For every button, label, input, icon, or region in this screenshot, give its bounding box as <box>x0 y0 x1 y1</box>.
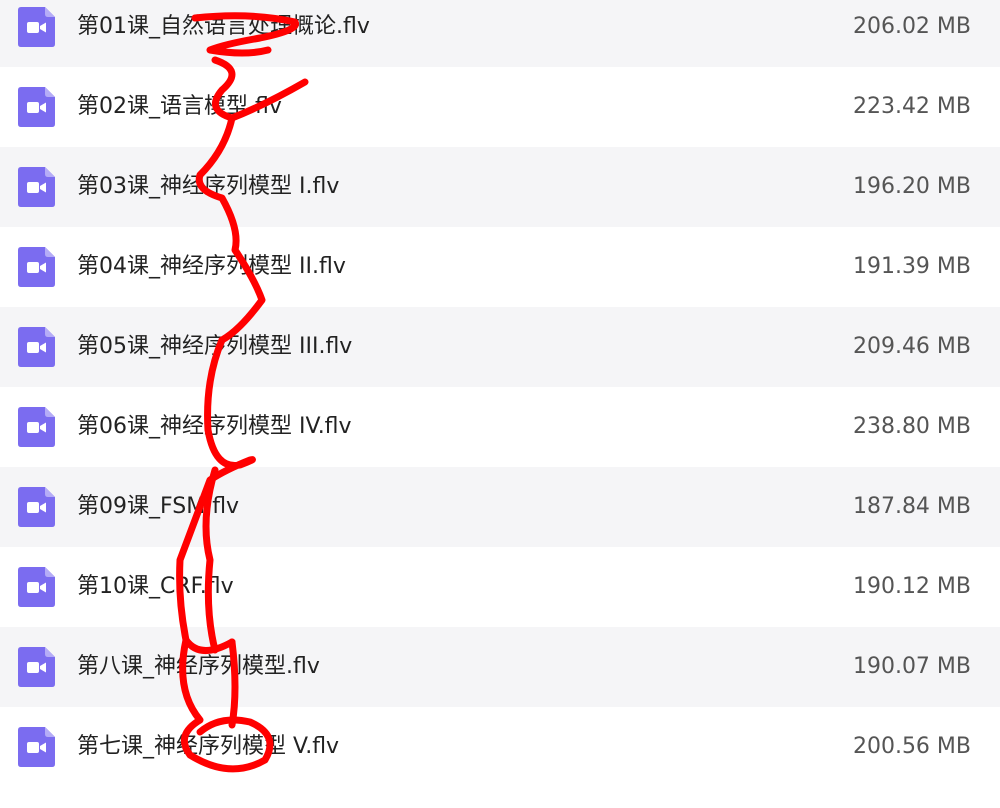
file-row[interactable]: 第01课_自然语言处理概论.flv 206.02 MB <box>0 0 1000 67</box>
video-file-icon <box>18 247 55 287</box>
file-row[interactable]: 第02课_语言模型.flv 223.42 MB <box>0 67 1000 147</box>
file-size: 191.39 MB <box>852 254 971 279</box>
file-row[interactable]: 第10课_CRF.flv 190.12 MB <box>0 547 1000 627</box>
file-row[interactable]: 第09课_FSM.flv 187.84 MB <box>0 467 1000 547</box>
file-browser: 第01课_自然语言处理概论.flv 206.02 MB 第02课_语言模型.fl… <box>0 0 1000 808</box>
file-size: 209.46 MB <box>852 334 971 359</box>
video-file-icon <box>18 647 55 687</box>
file-name: 第02课_语言模型.flv <box>77 94 282 119</box>
file-name: 第10课_CRF.flv <box>77 574 234 599</box>
video-file-icon <box>18 7 55 47</box>
file-size: 190.12 MB <box>852 574 971 599</box>
file-name: 第七课_神经序列模型 V.flv <box>77 734 340 759</box>
video-file-icon <box>18 727 55 767</box>
video-file-icon <box>18 487 55 527</box>
file-name: 第06课_神经序列模型 IV.flv <box>77 414 352 439</box>
video-file-icon <box>18 407 55 447</box>
file-size: 190.07 MB <box>852 654 971 679</box>
file-row[interactable]: 第七课_神经序列模型 V.flv 200.56 MB <box>0 707 1000 787</box>
file-row[interactable]: 第八课_神经序列模型.flv 190.07 MB <box>0 627 1000 707</box>
file-size: 206.02 MB <box>852 14 971 39</box>
file-name: 第04课_神经序列模型 II.flv <box>77 254 346 279</box>
file-size: 200.56 MB <box>852 734 971 759</box>
video-file-icon <box>18 167 55 207</box>
file-size: 196.20 MB <box>852 174 971 199</box>
file-name: 第09课_FSM.flv <box>77 494 240 519</box>
video-file-icon <box>18 567 55 607</box>
video-file-icon <box>18 87 55 127</box>
file-name: 第03课_神经序列模型 I.flv <box>77 174 340 199</box>
file-size: 223.42 MB <box>852 94 971 119</box>
file-size: 238.80 MB <box>852 414 971 439</box>
file-list: 第01课_自然语言处理概论.flv 206.02 MB 第02课_语言模型.fl… <box>0 0 1000 787</box>
file-row[interactable]: 第03课_神经序列模型 I.flv 196.20 MB <box>0 147 1000 227</box>
video-file-icon <box>18 327 55 367</box>
file-row[interactable]: 第05课_神经序列模型 III.flv 209.46 MB <box>0 307 1000 387</box>
file-size: 187.84 MB <box>852 494 971 519</box>
file-name: 第八课_神经序列模型.flv <box>77 654 320 679</box>
file-name: 第01课_自然语言处理概论.flv <box>77 14 370 39</box>
file-row[interactable]: 第04课_神经序列模型 II.flv 191.39 MB <box>0 227 1000 307</box>
file-name: 第05课_神经序列模型 III.flv <box>77 334 353 359</box>
file-row[interactable]: 第06课_神经序列模型 IV.flv 238.80 MB <box>0 387 1000 467</box>
